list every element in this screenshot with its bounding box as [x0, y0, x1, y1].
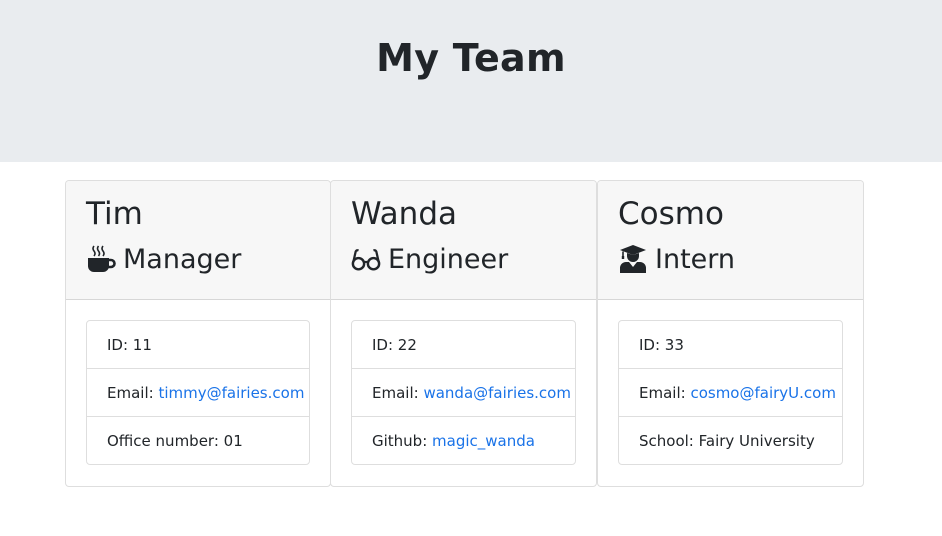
email-link[interactable]: cosmo@fairyU.com	[690, 384, 836, 402]
employee-card-intern: Cosmo Intern ID: 33 Email: cosmo@fairyU.…	[597, 180, 864, 487]
email-link[interactable]: timmy@fairies.com	[158, 384, 304, 402]
list-item-id: ID: 33	[619, 321, 842, 369]
details-list: ID: 11 Email: timmy@fairies.com Office n…	[86, 320, 310, 465]
card-header: Wanda Engineer	[331, 181, 596, 300]
page-title: My Team	[376, 36, 566, 80]
employee-role: Manager	[86, 242, 310, 276]
github-link[interactable]: magic_wanda	[432, 432, 535, 450]
id-value: 11	[132, 335, 152, 354]
list-item-email: Email: wanda@fairies.com	[352, 369, 575, 417]
employee-card-manager: Tim Manager ID: 11 Email: timmy@fairies.…	[65, 180, 331, 487]
graduate-icon	[618, 244, 648, 274]
list-item-id: ID: 11	[87, 321, 309, 369]
employee-card-engineer: Wanda Engineer ID: 22 Email: wanda@fairi…	[330, 180, 597, 487]
card-body: ID: 33 Email: cosmo@fairyU.com School: F…	[598, 300, 863, 465]
list-item-github: Github: magic_wanda	[372, 431, 535, 450]
list-item-school: School: Fairy University	[639, 431, 815, 450]
email-link[interactable]: wanda@fairies.com	[423, 384, 571, 402]
page-header: My Team	[0, 0, 942, 162]
employee-name: Cosmo	[618, 196, 724, 232]
list-item-office: Office number: 01	[107, 431, 243, 450]
id-value: 33	[664, 335, 684, 354]
card-header: Cosmo Intern	[598, 181, 863, 300]
employee-name: Tim	[86, 196, 143, 232]
employee-name: Wanda	[351, 196, 457, 232]
card-body: ID: 22 Email: wanda@fairies.com Github: …	[331, 300, 596, 465]
role-label: Intern	[655, 243, 736, 275]
card-header: Tim Manager	[66, 181, 330, 300]
office-number-value: 01	[223, 431, 243, 450]
role-label: Manager	[123, 243, 242, 275]
list-item-id: ID: 22	[352, 321, 575, 369]
id-value: 22	[397, 335, 417, 354]
list-item-email: Email: cosmo@fairyU.com	[619, 369, 842, 417]
coffee-mug-icon	[86, 244, 116, 274]
role-label: Engineer	[388, 243, 509, 275]
school-value: Fairy University	[698, 431, 815, 450]
employee-role: Intern	[618, 242, 843, 276]
details-list: ID: 33 Email: cosmo@fairyU.com School: F…	[618, 320, 843, 465]
glasses-icon	[351, 244, 381, 274]
employee-role: Engineer	[351, 242, 576, 276]
details-list: ID: 22 Email: wanda@fairies.com Github: …	[351, 320, 576, 465]
card-body: ID: 11 Email: timmy@fairies.com Office n…	[66, 300, 330, 465]
list-item-email: Email: timmy@fairies.com	[87, 369, 309, 417]
